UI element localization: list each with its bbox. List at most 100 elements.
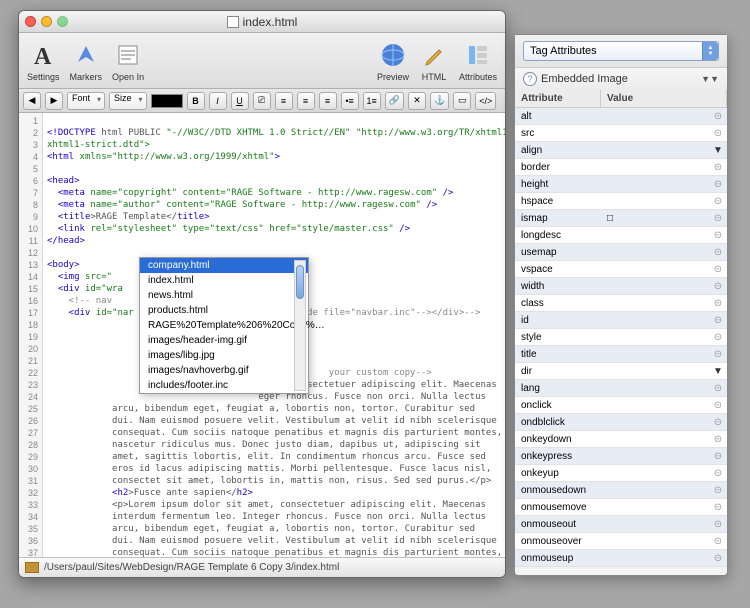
underline-button[interactable]: U xyxy=(231,92,249,110)
attribute-indicator-icon[interactable]: ⊝ xyxy=(709,281,727,292)
attributes-button[interactable]: Attributes xyxy=(459,40,497,82)
attribute-indicator-icon[interactable]: ⊝ xyxy=(709,417,727,428)
attribute-row[interactable]: onkeydown⊝ xyxy=(515,431,727,448)
attribute-indicator-icon[interactable]: ⊝ xyxy=(709,502,727,513)
attribute-row[interactable]: onmouseover⊝ xyxy=(515,533,727,550)
attribute-indicator-icon[interactable]: ⊝ xyxy=(709,162,727,173)
scrollbar-thumb[interactable] xyxy=(296,265,304,299)
attribute-list[interactable]: alt⊝src⊝align▼border⊝height⊝hspace⊝ismap… xyxy=(515,108,727,575)
attribute-indicator-icon[interactable]: ⊝ xyxy=(709,230,727,241)
attribute-row[interactable]: id⊝ xyxy=(515,312,727,329)
attribute-row[interactable]: vspace⊝ xyxy=(515,261,727,278)
attribute-indicator-icon[interactable]: ▼ xyxy=(709,145,727,156)
attribute-row[interactable]: onkeyup⊝ xyxy=(515,465,727,482)
nav-fwd-button[interactable]: ▶ xyxy=(45,92,63,110)
attribute-indicator-icon[interactable]: ▼ xyxy=(709,366,727,377)
help-icon[interactable]: ? xyxy=(523,72,537,86)
settings-button[interactable]: A Settings xyxy=(27,40,60,82)
attribute-row[interactable]: border⊝ xyxy=(515,159,727,176)
attribute-row[interactable]: onmouseup⊝ xyxy=(515,550,727,567)
image-button[interactable]: ▭ xyxy=(453,92,471,110)
inspector-mode-select[interactable]: Tag Attributes ▲▼ xyxy=(523,41,719,61)
attribute-row[interactable]: height⊝ xyxy=(515,176,727,193)
font-select[interactable]: Font xyxy=(67,92,105,110)
color-swatch[interactable] xyxy=(151,94,183,108)
attribute-row[interactable]: lang⊝ xyxy=(515,380,727,397)
attribute-row[interactable]: onmouseout⊝ xyxy=(515,516,727,533)
autocomplete-option[interactable]: index.html xyxy=(140,273,308,288)
attribute-row[interactable]: onmousemove⊝ xyxy=(515,499,727,516)
attribute-row[interactable]: onclick⊝ xyxy=(515,397,727,414)
autocomplete-scrollbar[interactable] xyxy=(294,260,306,391)
attribute-row[interactable]: align▼ xyxy=(515,142,727,159)
html-button[interactable]: HTML xyxy=(419,40,449,82)
attribute-row[interactable]: alt⊝ xyxy=(515,108,727,125)
autocomplete-option[interactable]: company.html xyxy=(140,258,308,273)
attribute-row[interactable]: dir▼ xyxy=(515,363,727,380)
align-right-button[interactable]: ≡ xyxy=(319,92,337,110)
attribute-indicator-icon[interactable]: ⊝ xyxy=(709,553,727,564)
titlebar[interactable]: index.html xyxy=(19,11,505,33)
attribute-indicator-icon[interactable]: ⊝ xyxy=(709,332,727,343)
attribute-row[interactable]: ondblclick⊝ xyxy=(515,414,727,431)
size-select[interactable]: Size xyxy=(109,92,147,110)
code-button[interactable]: </> xyxy=(475,92,496,110)
attribute-row[interactable]: ismap□⊝ xyxy=(515,210,727,227)
attribute-row[interactable]: onkeypress⊝ xyxy=(515,448,727,465)
attribute-indicator-icon[interactable]: ⊝ xyxy=(709,468,727,479)
ol-button[interactable]: 1≡ xyxy=(363,92,381,110)
link-button[interactable]: 🔗 xyxy=(385,92,404,110)
autocomplete-option[interactable]: images/header-img.gif xyxy=(140,333,308,348)
attribute-indicator-icon[interactable]: ⊝ xyxy=(709,383,727,394)
attribute-row[interactable]: onmousedown⊝ xyxy=(515,482,727,499)
openin-button[interactable]: Open In xyxy=(112,40,144,82)
attribute-indicator-icon[interactable]: ⊝ xyxy=(709,519,727,530)
attribute-indicator-icon[interactable]: ⊝ xyxy=(709,128,727,139)
attribute-indicator-icon[interactable]: ⊝ xyxy=(709,196,727,207)
anchor-button[interactable]: ⚓ xyxy=(430,92,449,110)
attribute-indicator-icon[interactable]: ⊝ xyxy=(709,434,727,445)
attribute-row[interactable]: style⊝ xyxy=(515,329,727,346)
attribute-row[interactable]: src⊝ xyxy=(515,125,727,142)
inspector-section[interactable]: ? Embedded Image ▼▼ xyxy=(515,67,727,90)
italic-button[interactable]: I xyxy=(209,92,227,110)
autocomplete-popup[interactable]: company.htmlindex.htmlnews.htmlproducts.… xyxy=(139,257,309,394)
autocomplete-option[interactable]: news.html xyxy=(140,288,308,303)
autocomplete-option[interactable]: products.html xyxy=(140,303,308,318)
ul-button[interactable]: •≡ xyxy=(341,92,359,110)
preview-button[interactable]: Preview xyxy=(377,40,409,82)
attribute-indicator-icon[interactable]: ⊝ xyxy=(709,111,727,122)
attribute-indicator-icon[interactable]: ⊝ xyxy=(709,179,727,190)
attribute-indicator-icon[interactable]: ⊝ xyxy=(709,536,727,547)
autocomplete-option[interactable]: images/navhoverbg.gif xyxy=(140,363,308,378)
attribute-indicator-icon[interactable]: ⊝ xyxy=(709,485,727,496)
attribute-indicator-icon[interactable]: ⊝ xyxy=(709,213,727,224)
attribute-indicator-icon[interactable]: ⊝ xyxy=(709,400,727,411)
autocomplete-option[interactable]: RAGE%20Template%206%20Copy%… xyxy=(140,318,308,333)
autocomplete-option[interactable]: includes/footer.inc xyxy=(140,378,308,393)
autocomplete-option[interactable]: images/libg.jpg xyxy=(140,348,308,363)
attribute-indicator-icon[interactable]: ⊝ xyxy=(709,247,727,258)
attribute-indicator-icon[interactable]: ⊝ xyxy=(709,451,727,462)
attribute-indicator-icon[interactable]: ⊝ xyxy=(709,264,727,275)
highlight-button[interactable]: ⎚ xyxy=(253,92,271,110)
align-center-button[interactable]: ≡ xyxy=(297,92,315,110)
attribute-row[interactable]: hspace⊝ xyxy=(515,193,727,210)
attribute-indicator-icon[interactable]: ⊝ xyxy=(709,315,727,326)
unlink-button[interactable]: ✕ xyxy=(408,92,426,110)
folder-icon xyxy=(25,562,39,573)
attribute-row[interactable]: usemap⊝ xyxy=(515,244,727,261)
disclosure-icon[interactable]: ▼▼ xyxy=(701,74,719,84)
attribute-row[interactable]: title⊝ xyxy=(515,346,727,363)
attribute-row[interactable]: longdesc⊝ xyxy=(515,227,727,244)
attribute-row[interactable]: class⊝ xyxy=(515,295,727,312)
attribute-value[interactable]: □ xyxy=(601,213,709,224)
attribute-row[interactable]: width⊝ xyxy=(515,278,727,295)
bold-button[interactable]: B xyxy=(187,92,205,110)
attribute-indicator-icon[interactable]: ⊝ xyxy=(709,298,727,309)
editor[interactable]: 1234567891011121314151617181920212223242… xyxy=(19,113,505,557)
attribute-indicator-icon[interactable]: ⊝ xyxy=(709,349,727,360)
align-left-button[interactable]: ≡ xyxy=(275,92,293,110)
nav-back-button[interactable]: ◀ xyxy=(23,92,41,110)
markers-button[interactable]: Markers xyxy=(70,40,103,82)
